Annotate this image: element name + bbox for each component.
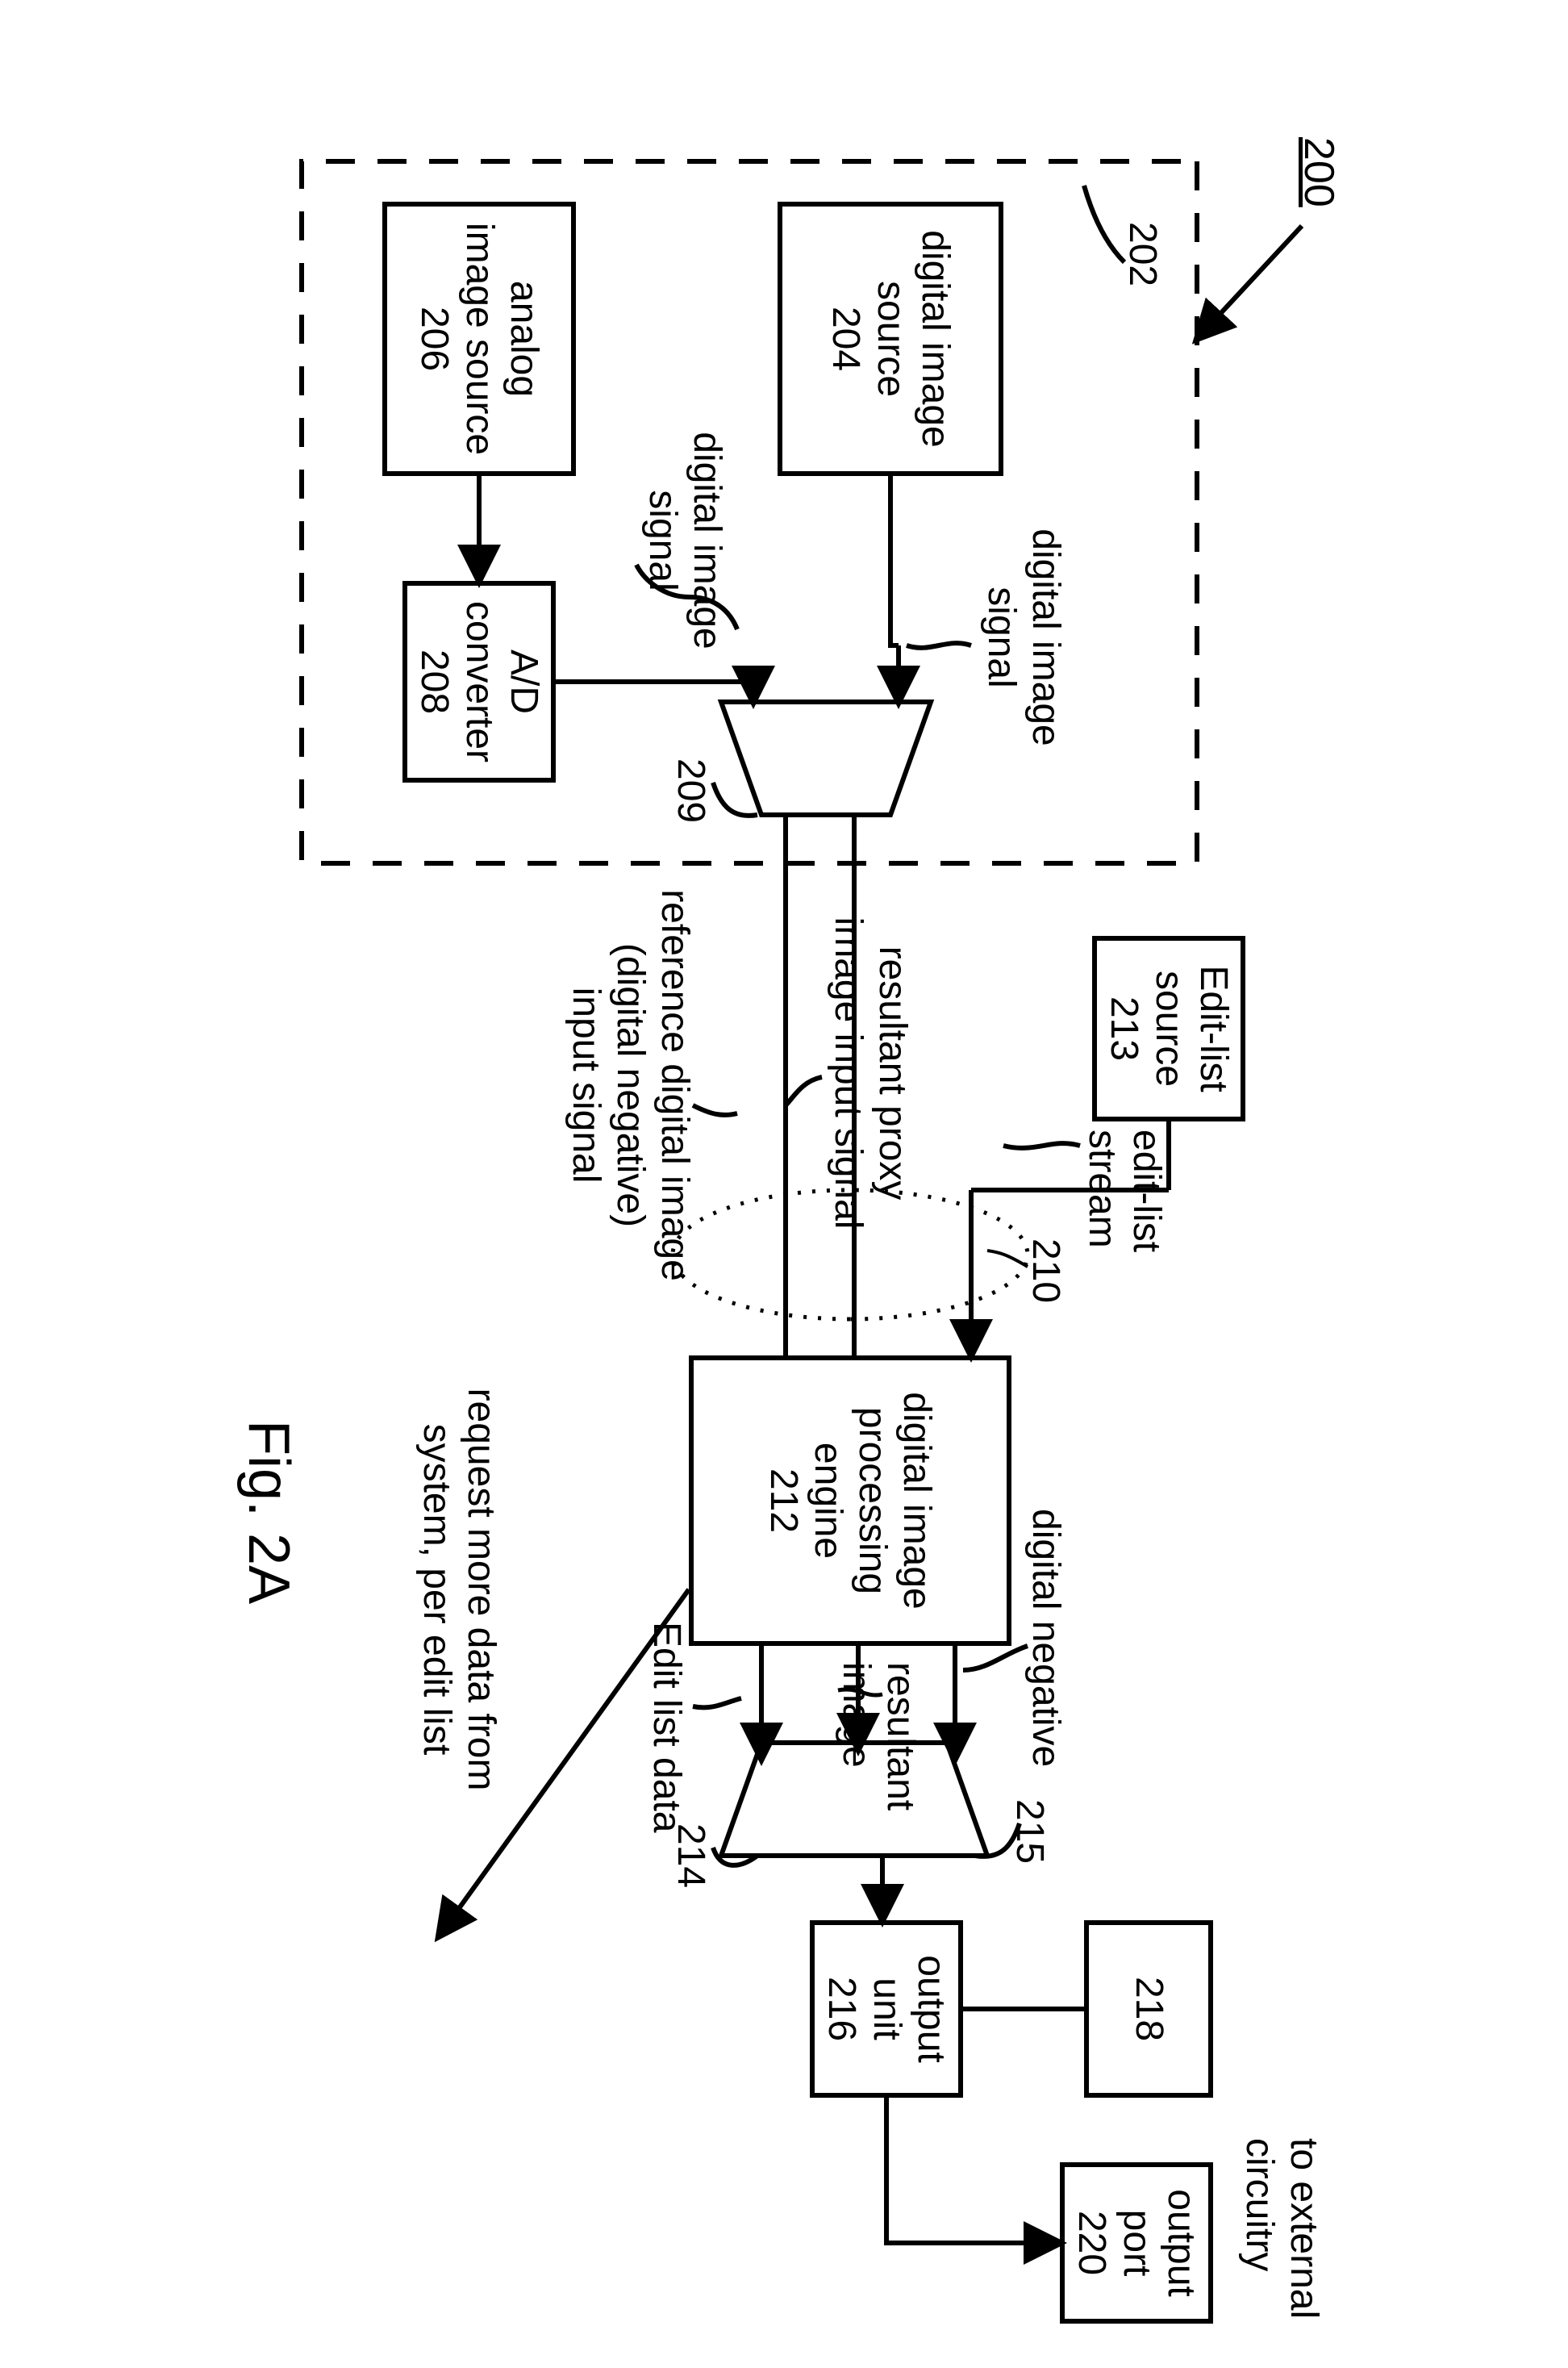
block-analog-image-source: analog image source 206 bbox=[382, 202, 576, 476]
leader-210-a bbox=[987, 1251, 1028, 1267]
block-processing-engine: digital image processing engine 212 bbox=[689, 1355, 1011, 1646]
block-digital-image-source: digital image source 204 bbox=[778, 202, 1003, 476]
leader-214 bbox=[713, 1848, 757, 1865]
leader-209 bbox=[713, 783, 757, 816]
mux-209-ref: 209 bbox=[669, 758, 713, 823]
group-ref-210: 210 bbox=[1024, 1238, 1068, 1303]
label-resultant-proxy: resultant proxy image input signal bbox=[826, 904, 915, 1242]
leader-refimg bbox=[693, 1105, 737, 1115]
mux-214-ref: 214 bbox=[669, 1823, 713, 1888]
system-ref-200: 200 bbox=[1294, 137, 1342, 207]
block-ad-converter: A/D converter 208 bbox=[402, 581, 556, 783]
block-edit-list-source: Edit-list source 213 bbox=[1092, 936, 1245, 1121]
label-edit-list-data: Edit list data bbox=[644, 1622, 689, 1832]
leader-edit-list-stream bbox=[1003, 1143, 1080, 1148]
subsystem-ref-202: 202 bbox=[1120, 222, 1165, 286]
leader-202 bbox=[1084, 186, 1124, 262]
block-output-unit: output unit 216 bbox=[810, 1920, 963, 2098]
mux-215-ref: 215 bbox=[1007, 1799, 1052, 1864]
leader-proxy bbox=[786, 1077, 822, 1105]
label-digital-image-signal-bottom: digital image signal bbox=[640, 420, 729, 662]
label-to-external: to external circuitry bbox=[1237, 2138, 1326, 2348]
label-edit-list-stream: edit-list stream bbox=[1080, 1130, 1169, 1291]
label-request-more: request more data from system, per edit … bbox=[415, 1364, 503, 1815]
label-resultant-image: resultant image bbox=[834, 1662, 923, 1823]
mux-209-shape bbox=[721, 702, 931, 815]
block-output-port: output port 220 bbox=[1060, 2162, 1213, 2324]
leader-edit-list-data bbox=[693, 1698, 741, 1707]
wire-dig-source-out bbox=[890, 476, 899, 645]
pointer-200 bbox=[1197, 226, 1302, 339]
diagram-canvas: 200 202 digital image source 204 analog … bbox=[0, 0, 1568, 2368]
leader-dig-sig-top bbox=[907, 643, 971, 648]
leader-dig-neg bbox=[963, 1646, 1028, 1670]
label-digital-negative: digital negative bbox=[1024, 1509, 1068, 1767]
label-digital-image-signal-top: digital image signal bbox=[979, 516, 1068, 758]
figure-title: Fig. 2A bbox=[236, 1420, 302, 1604]
label-ref-digital-image: reference digital image (digital negativ… bbox=[563, 879, 697, 1291]
arrow-output-to-port bbox=[886, 2098, 1060, 2243]
block-218: 218 bbox=[1084, 1920, 1213, 2098]
